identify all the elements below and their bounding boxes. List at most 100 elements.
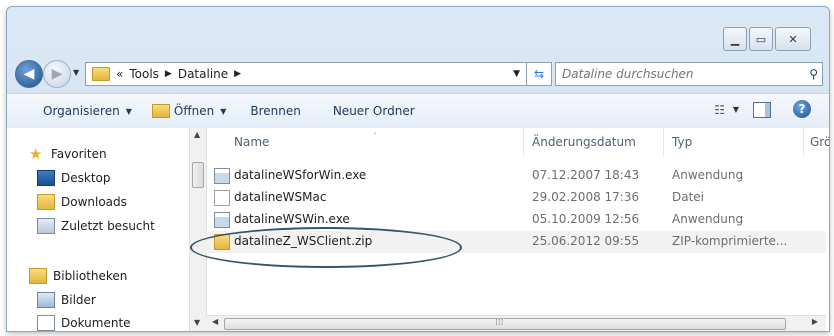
folder-icon	[92, 67, 110, 81]
help-icon[interactable]: ?	[793, 100, 811, 118]
maximize-button[interactable]: ▭	[749, 27, 773, 51]
downloads-icon	[37, 194, 55, 210]
horizontal-scrollbar[interactable]: ◀ ⁞⁞⁞ ▶	[206, 315, 826, 331]
file-date: 29.02.2008 17:36	[532, 190, 640, 204]
column-header-size[interactable]: Grö	[804, 128, 829, 156]
column-header-name[interactable]: Name	[206, 128, 524, 156]
organize-button[interactable]: Organisieren ▼	[7, 99, 142, 123]
nav-item-pictures[interactable]: Bilder	[37, 291, 96, 309]
nav-item-label: Dokumente	[61, 316, 131, 330]
search-icon[interactable]: ⚲	[809, 67, 818, 81]
chevron-down-icon: ▼	[220, 106, 227, 116]
nav-item-recent[interactable]: Zuletzt besucht	[37, 217, 155, 235]
file-list: ˆ Name Änderungsdatum Typ Grö datalineWS…	[206, 128, 829, 331]
scroll-up-icon[interactable]: ▲	[194, 130, 200, 139]
open-folder-icon	[151, 104, 170, 118]
refresh-button[interactable]: ⇆	[527, 62, 552, 86]
grip-icon: ⁞⁞⁞	[495, 318, 504, 328]
exe-icon	[214, 168, 230, 184]
file-date: 07.12.2007 18:43	[532, 168, 640, 182]
new-folder-label: Neuer Ordner	[332, 104, 415, 118]
forward-button[interactable]: ▶	[43, 60, 71, 88]
recent-pages-dropdown-icon[interactable]: ▼	[73, 68, 79, 77]
maximize-icon: ▭	[755, 32, 767, 46]
documents-icon	[37, 315, 55, 331]
nav-item-label: Zuletzt besucht	[61, 219, 155, 233]
forward-arrow-icon: ▶	[51, 66, 63, 82]
search-input[interactable]	[560, 66, 794, 82]
address-dropdown-icon[interactable]: ▼	[513, 69, 520, 79]
file-name: datalineZ_WSClient.zip	[234, 234, 373, 248]
nav-item-label: Downloads	[61, 195, 127, 209]
content-area: ★ Favoriten Desktop Downloads Zuletzt be…	[7, 128, 829, 331]
scroll-down-icon[interactable]: ▼	[194, 318, 200, 327]
back-arrow-icon: ◀	[23, 66, 35, 82]
breadcrumb-overflow[interactable]: «	[116, 67, 123, 81]
nav-item-documents[interactable]: Dokumente	[37, 314, 131, 331]
file-date: 25.06.2012 09:55	[532, 234, 640, 248]
file-type: Anwendung	[672, 212, 744, 226]
zip-icon	[214, 234, 230, 250]
nav-item-label: Bibliotheken	[53, 269, 128, 283]
pictures-icon	[37, 292, 55, 308]
open-label: Öffnen	[173, 104, 215, 118]
close-button[interactable]: ✕	[775, 27, 811, 51]
recent-places-icon	[37, 218, 55, 234]
command-bar: Organisieren ▼ Öffnen ▼ Brennen Neuer Or…	[7, 93, 829, 129]
breadcrumb-tools[interactable]: Tools	[129, 67, 159, 81]
scrollbar-thumb[interactable]	[192, 162, 204, 188]
new-folder-button[interactable]: Neuer Ordner	[311, 99, 425, 123]
breadcrumb-dataline[interactable]: Dataline	[178, 67, 228, 81]
file-row[interactable]: datalineWSWin.exe 05.10.2009 12:56 Anwen…	[206, 209, 826, 231]
file-row[interactable]: datalineWSforWin.exe 07.12.2007 18:43 An…	[206, 165, 826, 187]
file-date: 05.10.2009 12:56	[532, 212, 640, 226]
scroll-left-icon[interactable]: ◀	[212, 317, 218, 326]
scrollbar-thumb[interactable]: ⁞⁞⁞	[224, 318, 786, 330]
file-type: Datei	[672, 190, 705, 204]
column-label: Änderungsdatum	[532, 135, 636, 149]
file-icon	[214, 190, 230, 206]
view-options-icon[interactable]: ☷	[714, 103, 725, 117]
file-row[interactable]: datalineWSMac 29.02.2008 17:36 Datei	[206, 187, 826, 209]
navigation-pane: ★ Favoriten Desktop Downloads Zuletzt be…	[7, 128, 189, 331]
chevron-down-icon[interactable]: ▼	[733, 105, 739, 114]
burn-label: Brennen	[250, 104, 301, 118]
file-name: datalineWSMac	[234, 190, 327, 204]
back-button[interactable]: ◀	[15, 60, 43, 88]
navigation-scrollbar[interactable]: ▲ ▼	[189, 128, 207, 331]
file-type: Anwendung	[672, 168, 744, 182]
explorer-window: ▁ ▭ ✕ ◀ ▶ ▼ « Tools ▶ Dataline ▶ ▼ ⇆ ⚲ O…	[6, 6, 830, 332]
nav-item-downloads[interactable]: Downloads	[37, 193, 127, 211]
breadcrumb-separator-icon[interactable]: ▶	[165, 69, 172, 79]
minimize-button[interactable]: ▁	[723, 27, 747, 51]
chevron-down-icon: ▼	[125, 106, 132, 116]
preview-pane-icon[interactable]	[753, 102, 771, 118]
file-type: ZIP-komprimierte...	[672, 234, 788, 248]
nav-item-label: Desktop	[61, 171, 111, 185]
navigation-bar: ◀ ▶ ▼ « Tools ▶ Dataline ▶ ▼ ⇆ ⚲	[15, 60, 823, 88]
nav-item-libraries[interactable]: Bibliotheken	[29, 267, 127, 285]
column-label: Typ	[672, 135, 693, 149]
open-button[interactable]: Öffnen ▼	[142, 99, 236, 123]
burn-button[interactable]: Brennen	[236, 99, 310, 123]
desktop-icon	[37, 170, 55, 186]
file-row-selected[interactable]: datalineZ_WSClient.zip 25.06.2012 09:55 …	[206, 231, 826, 253]
breadcrumb-separator-icon[interactable]: ▶	[234, 69, 241, 79]
file-name: datalineWSforWin.exe	[234, 168, 367, 182]
exe-icon	[214, 212, 230, 228]
column-header-date[interactable]: Änderungsdatum	[524, 128, 664, 156]
nav-item-label: Favoriten	[51, 147, 107, 161]
nav-item-favorites[interactable]: ★ Favoriten	[29, 145, 107, 163]
libraries-icon	[29, 268, 47, 284]
address-bar[interactable]: « Tools ▶ Dataline ▶ ▼	[85, 62, 527, 86]
column-label: Name	[234, 135, 270, 149]
close-icon: ✕	[788, 32, 798, 46]
nav-item-label: Bilder	[61, 293, 96, 307]
column-header-type[interactable]: Typ	[664, 128, 804, 156]
scroll-right-icon[interactable]: ▶	[812, 317, 818, 326]
search-box[interactable]: ⚲	[555, 62, 823, 86]
file-name: datalineWSWin.exe	[234, 212, 350, 226]
organize-label: Organisieren	[43, 104, 120, 118]
column-label: Grö	[810, 135, 830, 149]
nav-item-desktop[interactable]: Desktop	[37, 169, 111, 187]
